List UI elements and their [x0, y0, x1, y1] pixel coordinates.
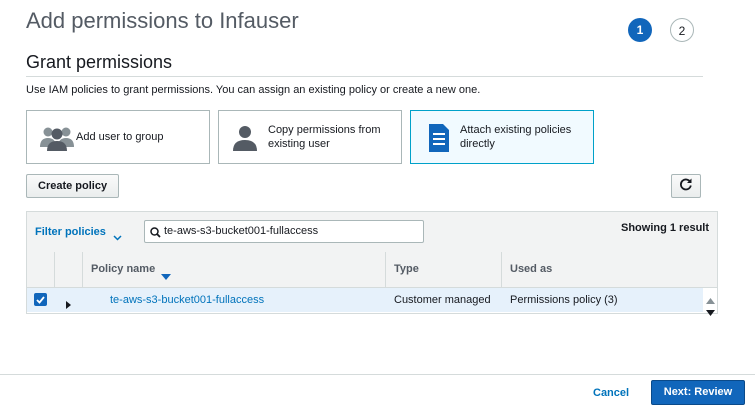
expand-row-icon[interactable]: [66, 296, 71, 314]
next-review-button[interactable]: Next: Review: [651, 380, 745, 405]
policy-type-cell: Customer managed: [394, 294, 491, 306]
column-divider: [82, 252, 83, 287]
section-title: Grant permissions: [26, 52, 173, 72]
step-indicator-2: 2: [670, 18, 694, 42]
section-divider: [26, 76, 703, 77]
result-count: Showing 1 result: [621, 222, 710, 234]
column-divider: [385, 252, 386, 287]
option-label: Attach existing policies directly: [460, 124, 572, 150]
document-icon: [423, 123, 459, 153]
scroll-down-icon[interactable]: [706, 303, 715, 321]
option-label: Copy permissions from existing user: [268, 124, 381, 150]
policy-used-as-cell: Permissions policy (3): [510, 294, 618, 306]
option-add-user-to-group[interactable]: Add user to group: [26, 110, 210, 164]
column-divider: [54, 252, 55, 287]
sort-descending-icon[interactable]: [161, 267, 171, 285]
option-label: Add user to group: [76, 131, 164, 143]
row-checkbox[interactable]: [34, 293, 47, 306]
option-copy-permissions[interactable]: Copy permissions from existing user: [218, 110, 402, 164]
chevron-down-icon[interactable]: [113, 228, 122, 246]
checkmark-icon: [36, 295, 45, 304]
user-icon: [231, 123, 267, 153]
search-input[interactable]: [164, 221, 419, 241]
column-header-policy-name[interactable]: Policy name: [91, 263, 155, 275]
users-group-icon: [39, 123, 75, 153]
section-description: Use IAM policies to grant permissions. Y…: [26, 84, 481, 96]
filter-policies-dropdown[interactable]: Filter policies: [35, 226, 106, 238]
column-divider: [501, 252, 502, 287]
create-policy-button[interactable]: Create policy: [26, 174, 120, 198]
column-header-type: Type: [394, 263, 419, 275]
cancel-button[interactable]: Cancel: [593, 387, 629, 399]
refresh-icon: [679, 177, 693, 196]
page-title: Add permissions to Infauser: [26, 8, 299, 33]
step-indicator-1: 1: [628, 18, 652, 42]
footer-divider: [0, 374, 755, 375]
option-attach-policies[interactable]: Attach existing policies directly: [410, 110, 594, 164]
refresh-button[interactable]: [671, 174, 701, 198]
column-header-used-as: Used as: [510, 263, 553, 275]
search-icon: [150, 225, 161, 243]
policy-name-link[interactable]: te-aws-s3-bucket001-fullaccess: [110, 294, 264, 306]
